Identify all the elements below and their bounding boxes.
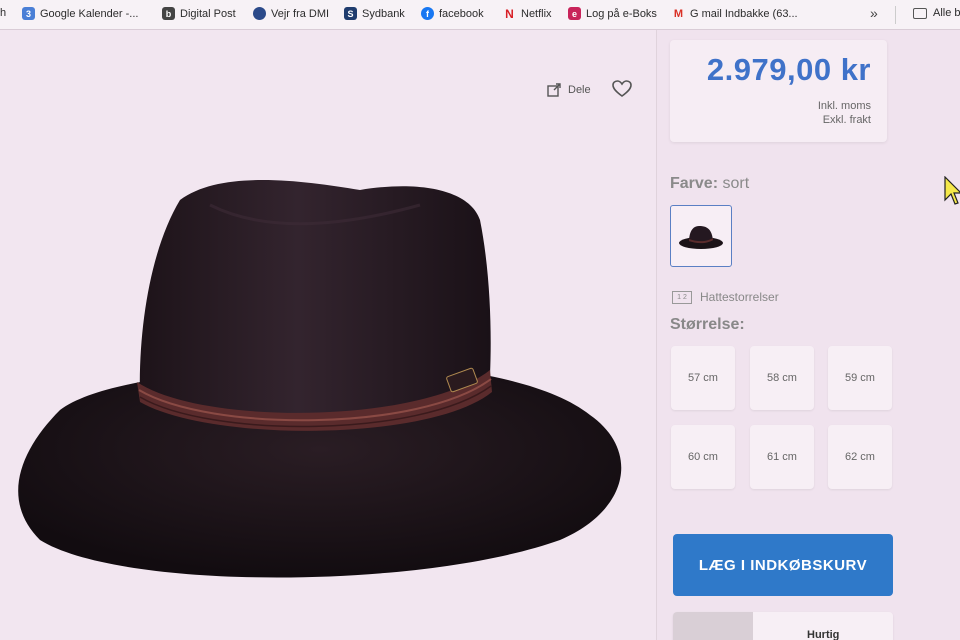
bookmark-label: Netflix	[521, 7, 552, 20]
bookmarks-divider	[895, 6, 896, 24]
size-guide-label: Hattestorrelser	[700, 290, 779, 304]
delivery-truck-icon	[673, 612, 753, 640]
share-icon	[547, 83, 561, 97]
digital-post-icon: b	[162, 7, 175, 20]
size-option-61[interactable]: 61 cm	[750, 425, 814, 489]
more-bookmarks-button[interactable]: »	[870, 5, 878, 21]
netflix-icon: N	[505, 6, 514, 21]
all-bookmarks-folder[interactable]: Alle b	[913, 7, 960, 19]
bookmark-label: G mail Indbakke (63...	[690, 7, 798, 20]
size-label: Størrelse:	[670, 316, 745, 333]
bookmark-sydbank[interactable]: S Sydbank	[344, 7, 405, 20]
bookmark-eboks[interactable]: e Log på e-Boks	[568, 7, 657, 20]
size-option-59[interactable]: 59 cm	[828, 346, 892, 410]
size-option-58[interactable]: 58 cm	[750, 346, 814, 410]
sydbank-icon: S	[344, 7, 357, 20]
add-to-cart-button[interactable]: LÆG I INDKØBSKURV	[673, 534, 893, 596]
quick-label: Hurtig	[807, 629, 840, 640]
color-label: Farve: sort	[670, 175, 749, 193]
bookmark-label: Vejr fra DMI	[271, 7, 330, 20]
size-option-62[interactable]: 62 cm	[828, 425, 892, 489]
bookmarks-bar: h 3 Google Kalender -... b Digital Post …	[0, 0, 960, 30]
bookmark-dmi[interactable]: Vejr fra DMI	[253, 7, 329, 20]
bookmark-label: Sydbank	[362, 7, 405, 20]
bookmark-label: Digital Post	[180, 7, 236, 20]
quick-delivery-box[interactable]: Hurtig	[673, 612, 893, 640]
dmi-icon	[253, 7, 266, 20]
product-price: 2.979,00 kr	[706, 52, 871, 87]
size-option-60[interactable]: 60 cm	[671, 425, 735, 489]
bookmark-label: Log på e-Boks	[586, 7, 657, 20]
size-guide-link[interactable]: 1 2 Hattestorrelser	[672, 290, 779, 304]
color-swatch-sort[interactable]	[670, 205, 732, 267]
bookmark-label: Google Kalender -...	[40, 7, 139, 20]
black-fedora-hat-image[interactable]	[0, 30, 656, 640]
bookmark-cut-off[interactable]: h	[0, 7, 6, 19]
bookmark-gmail[interactable]: M G mail Indbakke (63...	[672, 7, 798, 20]
color-label-key: Farve:	[670, 175, 719, 192]
ruler-icon: 1 2	[672, 290, 692, 304]
gmail-icon: M	[673, 7, 684, 20]
bookmark-facebook[interactable]: f facebook	[421, 7, 484, 20]
size-option-57[interactable]: 57 cm	[671, 346, 735, 410]
facebook-icon: f	[421, 7, 434, 20]
product-gallery: Dele	[0, 30, 656, 640]
hat-thumbnail-icon	[679, 226, 723, 249]
bookmark-digital-post[interactable]: b Digital Post	[162, 7, 236, 20]
bookmark-netflix[interactable]: N Netflix	[503, 6, 552, 21]
shipping-note: Exkl. frakt	[822, 114, 871, 126]
folder-label: Alle b	[933, 7, 960, 19]
vat-note: Inkl. moms	[817, 100, 871, 112]
share-button[interactable]: Dele	[546, 82, 591, 98]
google-calendar-icon: 3	[22, 7, 35, 20]
share-label: Dele	[568, 84, 591, 96]
color-value: sort	[722, 175, 750, 192]
eboks-icon: e	[568, 7, 581, 20]
bookmark-label: h	[0, 7, 7, 19]
bookmark-google-calendar[interactable]: 3 Google Kalender -...	[22, 7, 138, 20]
mouse-cursor-icon	[944, 176, 960, 205]
folder-icon	[913, 7, 927, 19]
price-box: 2.979,00 kr Inkl. moms Exkl. frakt	[670, 40, 887, 142]
favorite-heart-icon[interactable]	[612, 80, 632, 98]
bookmark-label: facebook	[439, 7, 484, 20]
